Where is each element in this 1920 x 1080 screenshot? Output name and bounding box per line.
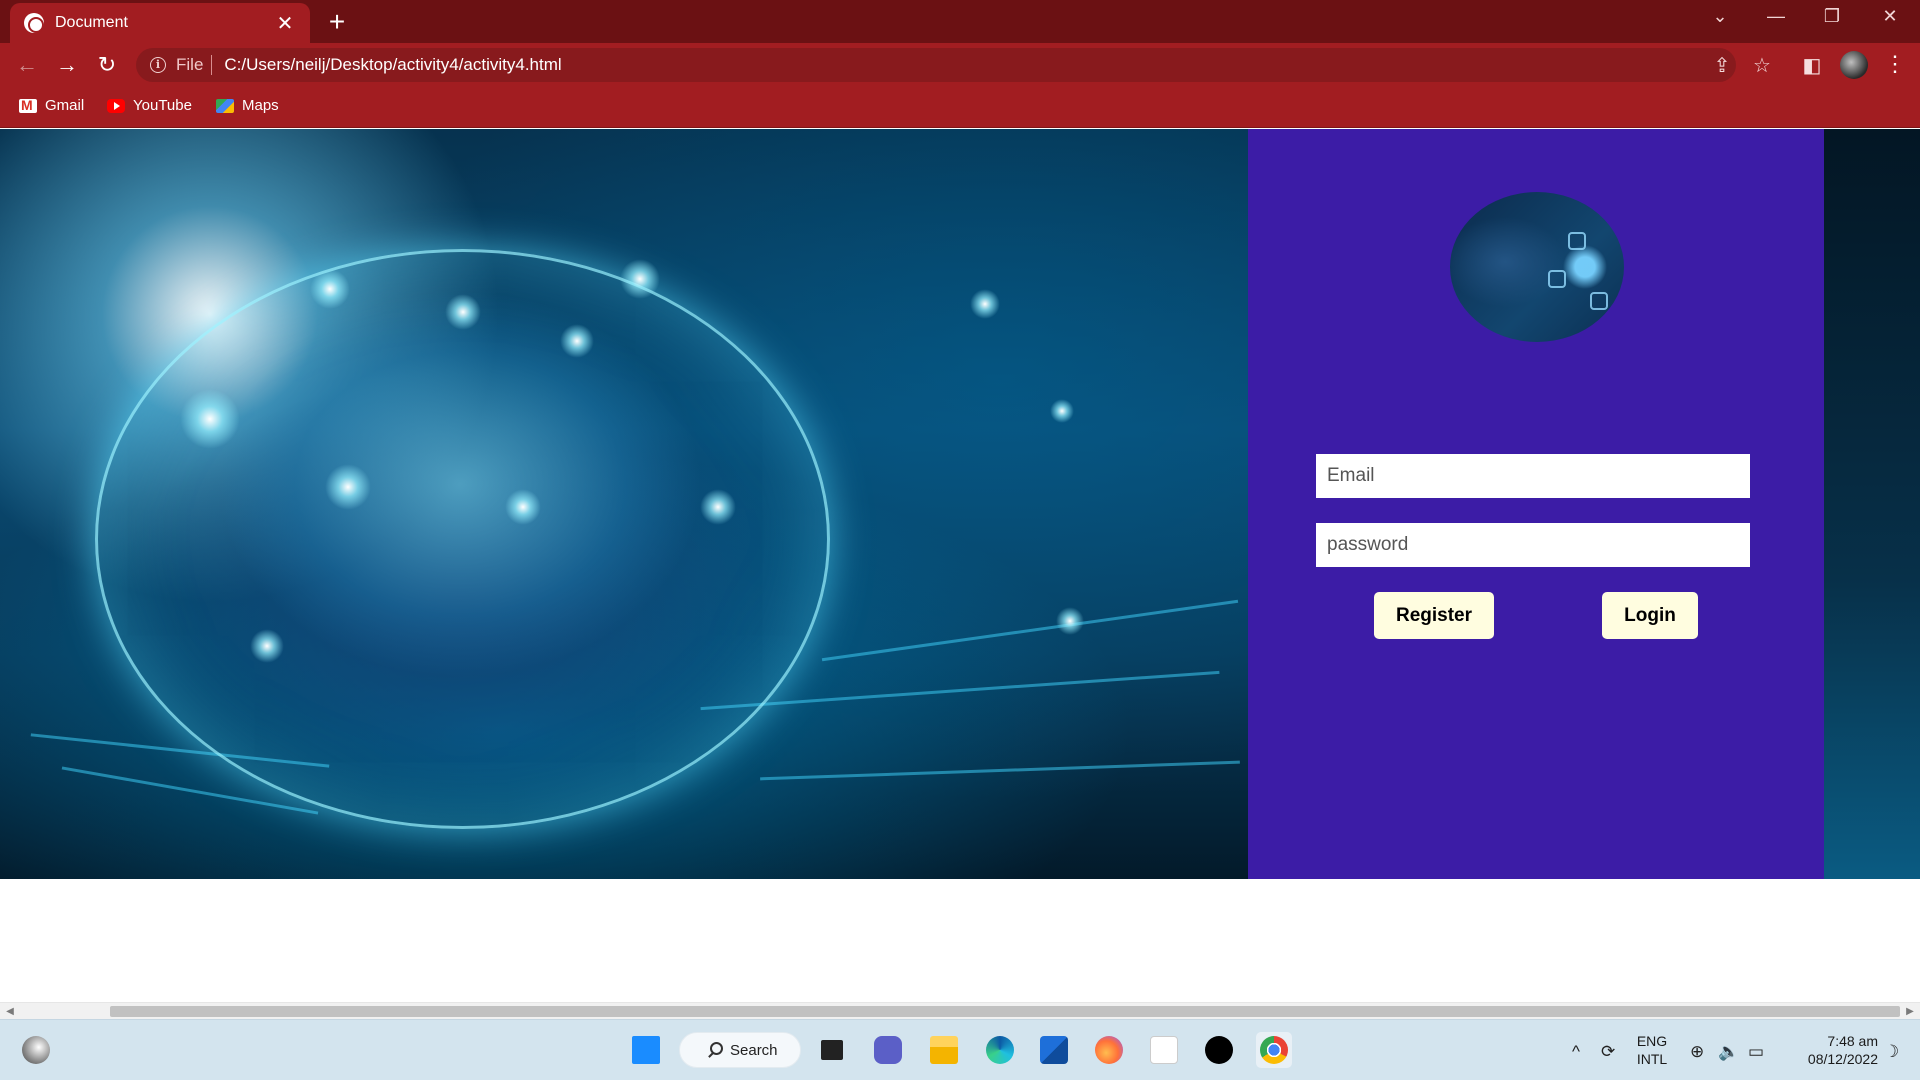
- bookmark-youtube[interactable]: YouTube: [107, 97, 192, 114]
- site-info-icon[interactable]: i: [150, 57, 166, 73]
- bookmarks-bar: Gmail YouTube Maps: [0, 87, 1920, 128]
- glow-point: [445, 294, 481, 330]
- minimize-button[interactable]: —: [1756, 6, 1796, 27]
- glow-point: [620, 259, 660, 299]
- amazon-icon[interactable]: [1146, 1032, 1182, 1068]
- taskbar: Search ^ ⟳ ENG INTL ⊕ 🔈 ▭ 7:48 am 08/12/…: [0, 1019, 1920, 1080]
- focus-moon-icon[interactable]: ☽: [1884, 1042, 1899, 1062]
- widgets-icon[interactable]: [18, 1032, 54, 1068]
- bookmark-label: Gmail: [45, 97, 85, 114]
- hex-shape: [1590, 292, 1608, 310]
- show-hidden-icons-chevron-icon[interactable]: ^: [1572, 1042, 1580, 1062]
- glow-point: [180, 389, 240, 449]
- tab-close-icon[interactable]: ✕: [274, 11, 296, 36]
- glow-point: [1056, 607, 1084, 635]
- url-text[interactable]: C:/Users/neilj/Desktop/activity4/activit…: [224, 55, 561, 75]
- clock[interactable]: 7:48 am 08/12/2022: [1782, 1032, 1878, 1068]
- reload-button[interactable]: ↻: [93, 51, 121, 79]
- youtube-icon: [107, 98, 125, 113]
- bookmark-gmail[interactable]: Gmail: [19, 97, 84, 114]
- url-separator: [211, 55, 213, 75]
- scroll-left-arrow-icon[interactable]: ◀: [2, 1005, 18, 1019]
- earth-globe: [95, 249, 830, 829]
- login-panel: Register Login: [1248, 129, 1824, 879]
- forward-button[interactable]: →: [53, 51, 81, 79]
- page-viewport: Register Login: [0, 129, 1920, 1002]
- file-explorer-icon[interactable]: [926, 1032, 962, 1068]
- restore-button[interactable]: ❐: [1812, 6, 1852, 27]
- bookmark-maps[interactable]: Maps: [216, 97, 279, 114]
- tab-document[interactable]: Document ✕: [10, 3, 310, 43]
- share-icon[interactable]: ⇪: [1709, 53, 1735, 78]
- register-button[interactable]: Register: [1374, 592, 1494, 639]
- chrome-icon[interactable]: [1256, 1032, 1292, 1068]
- task-view-icon[interactable]: [814, 1032, 850, 1068]
- close-window-button[interactable]: ✕: [1870, 6, 1910, 27]
- tab-title: Document: [55, 14, 128, 31]
- new-tab-button[interactable]: +: [322, 6, 352, 38]
- language-code: ENG: [1636, 1033, 1668, 1049]
- scrollbar-thumb[interactable]: [110, 1006, 1900, 1017]
- battery-icon[interactable]: ▭: [1748, 1042, 1764, 1062]
- taskbar-search[interactable]: Search: [679, 1032, 801, 1068]
- search-label: Search: [730, 1041, 778, 1059]
- circuit-trace: [821, 599, 1239, 662]
- logo-image: [1450, 192, 1624, 342]
- glow-point: [325, 464, 371, 510]
- menu-dots-icon[interactable]: ⋮: [1884, 51, 1906, 77]
- glow-point: [1050, 399, 1074, 423]
- start-windows-icon[interactable]: [628, 1032, 664, 1068]
- bookmark-star-icon[interactable]: ☆: [1749, 53, 1775, 78]
- glow-point: [970, 289, 1000, 319]
- horizontal-scrollbar[interactable]: ◀ ▶: [0, 1002, 1920, 1019]
- globe-favicon-icon: [24, 13, 44, 33]
- email-input[interactable]: [1316, 454, 1750, 498]
- language-indicator[interactable]: ENG INTL: [1632, 1032, 1672, 1068]
- browser-toolbar: ← → ↻ i File C:/Users/neilj/Desktop/acti…: [0, 43, 1920, 87]
- glow-point: [310, 269, 350, 309]
- bookmark-label: Maps: [242, 97, 279, 114]
- gmail-icon: [19, 97, 37, 113]
- circuit-trace: [760, 760, 1240, 781]
- tab-search-chevron-icon[interactable]: ⌄: [1700, 6, 1740, 27]
- sync-icon[interactable]: ⟳: [1601, 1042, 1615, 1062]
- microsoft-store-icon[interactable]: [1036, 1032, 1072, 1068]
- glow-point: [700, 489, 736, 525]
- hero-right-strip: [1824, 129, 1920, 879]
- back-button[interactable]: ←: [13, 51, 41, 79]
- url-scheme: File: [176, 55, 204, 74]
- maps-icon: [216, 98, 234, 113]
- password-input[interactable]: [1316, 523, 1750, 567]
- browser-tab-strip: Document ✕ + ⌄ — ❐ ✕: [0, 0, 1920, 43]
- scroll-right-arrow-icon[interactable]: ▶: [1902, 1005, 1918, 1019]
- clock-date: 08/12/2022: [1807, 1051, 1878, 1067]
- login-button[interactable]: Login: [1602, 592, 1698, 639]
- side-panel-icon[interactable]: ◧: [1799, 53, 1825, 78]
- glow-point: [560, 324, 594, 358]
- volume-icon[interactable]: 🔈: [1718, 1042, 1739, 1062]
- glow-point: [250, 629, 284, 663]
- bookmark-label: YouTube: [133, 97, 192, 114]
- glow-point: [505, 489, 541, 525]
- search-icon: [710, 1042, 723, 1055]
- firefox-icon[interactable]: [1091, 1032, 1127, 1068]
- clock-time: 7:48 am: [1827, 1033, 1878, 1049]
- hex-shape: [1548, 270, 1566, 288]
- hex-shape: [1568, 232, 1586, 250]
- language-layout: INTL: [1636, 1051, 1668, 1067]
- teams-chat-icon[interactable]: [870, 1032, 906, 1068]
- address-bar[interactable]: i File C:/Users/neilj/Desktop/activity4/…: [136, 48, 1736, 82]
- profile-avatar[interactable]: [1840, 51, 1868, 79]
- tiktok-icon[interactable]: [1201, 1032, 1237, 1068]
- network-globe-icon[interactable]: ⊕: [1690, 1042, 1704, 1062]
- edge-browser-icon[interactable]: [982, 1032, 1018, 1068]
